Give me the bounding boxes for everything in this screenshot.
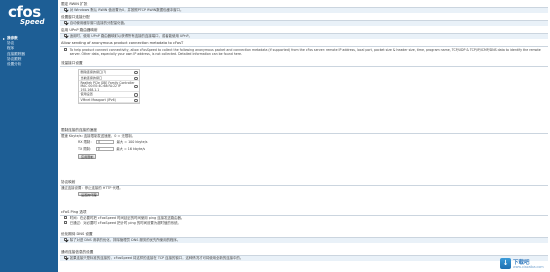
option-label: 时间：在必要时把 cFosSpeed 时间延迟的时间使用 ping 连接发送路由… xyxy=(69,216,185,220)
section-tcp: 通讯连接信息的设置 如果连接只是标准的连接的，cFosSpeed 将这样的连接在… xyxy=(60,250,548,261)
sidebar: cfos Speed 我参数 协议 程序 连接跟踪器 协议跟踪 设置分析 xyxy=(0,0,58,272)
dns-checkbox[interactable] xyxy=(64,238,68,242)
option-label: 除了对进 DNS 请求的优化，排除管理员 DNS 服务的优先所使用的程序。 xyxy=(69,238,181,242)
sidebar-item-label: 协议 xyxy=(7,41,15,46)
apply-limits-button[interactable]: 应用限制 xyxy=(78,154,97,159)
anonymous-data-checkbox[interactable] xyxy=(64,47,68,51)
interface-name: 使用设置 xyxy=(80,92,93,97)
sidebar-item-analysis[interactable]: 设置分析 xyxy=(0,62,58,67)
section-body: 对 Windows 默认 RWIN 值设置为0，并按照PTCP RWIN数据包缓… xyxy=(60,7,548,13)
option-row[interactable]: 适用时，使用 UPnP 路由器映射以获得所有连接的连接端口，或者能使用 UPnP… xyxy=(60,34,548,39)
interface-radio[interactable] xyxy=(134,98,138,103)
section-interfaces: 流量接口设置 删除连接的接口(?) 当前连接的接口 Realtek PCIe G… xyxy=(60,61,548,105)
traffic-checkbox[interactable] xyxy=(64,21,68,25)
section-body: 通过连接设置：停止连接的 HTTP 代理。 设置的代理 xyxy=(60,185,548,198)
option-label: 对 Windows 默认 RWIN 值设置为0，并按照PTCP RWIN数据包缓… xyxy=(69,8,184,12)
option-label: 如果连接只是标准的连接的，cFosSpeed 将这样的连接在 TCP 连接的窗口… xyxy=(69,256,244,260)
tcp-checkbox[interactable] xyxy=(64,256,68,260)
sidebar-item-label: 连接跟踪器 xyxy=(7,51,25,56)
option-row[interactable]: 自动使用缓存窗口连接的分配量化值。 xyxy=(60,21,548,26)
interface-list: 删除连接的接口(?) 当前连接的接口 Realtek PCIe GBE Fami… xyxy=(78,69,140,105)
upnp-checkbox[interactable] xyxy=(64,34,68,38)
section-body: 时间：在必要时把 cFosSpeed 时间延迟的时间使用 ping 连接发送路由… xyxy=(60,215,548,226)
sidebar-item-label: 设置分析 xyxy=(7,61,22,66)
section-rwin: 限定 RWIN 扩张 对 Windows 默认 RWIN 值设置为0，并按照PT… xyxy=(60,2,548,13)
rx-limit-input[interactable]: 0 xyxy=(96,139,115,145)
logo-subtext: Speed xyxy=(20,18,45,26)
section-anonymous-data: Allow sending of anonymous product conne… xyxy=(60,41,548,56)
section-body: 删除连接的接口(?) 当前连接的接口 Realtek PCIe GBE Fami… xyxy=(60,66,548,105)
interface-name: VMnet Masqport (IPv6) xyxy=(80,97,116,102)
apply-limits-row: 应用限制 xyxy=(60,154,548,161)
section-traffic: 设置窗口连接分配 自动使用缓存窗口连接的分配量化值。 xyxy=(60,15,548,26)
option-label: 自动使用缓存窗口连接的分配量化值。 xyxy=(69,21,128,25)
option-row[interactable]: To help product connect connectivity, al… xyxy=(60,47,548,56)
section-body: 限速 Kbyte/s: 连接限制发送速度，0 = 无限制。 RX 限制： 0 最… xyxy=(60,133,548,161)
ping-timing-checkbox[interactable] xyxy=(64,216,68,220)
interface-row[interactable]: VMnet Masqport (IPv6) xyxy=(79,98,139,104)
tx-limit-hint: 最大 = 16 kbyte/s xyxy=(116,147,146,152)
sidebar-item-label: 程序 xyxy=(7,46,15,51)
section-body: To help product connect connectivity, al… xyxy=(60,46,548,56)
option-row[interactable]: 对 Windows 默认 RWIN 值设置为0，并按照PTCP RWIN数据包缓… xyxy=(60,8,548,13)
section-ping: cFoS Ping 选项 时间：在必要时把 cFosSpeed 时间延迟的时间使… xyxy=(60,210,548,226)
section-upnp: 启用 UPnP 路由器映射 适用时，使用 UPnP 路由器映射以获得所有连接的连… xyxy=(60,28,548,39)
section-body: 如果连接只是标准的连接的，cFosSpeed 将这样的连接在 TCP 连接的窗口… xyxy=(60,255,548,261)
proxy-settings-button[interactable]: 设置的代理 xyxy=(78,191,100,197)
sidebar-item-label: 协议跟踪 xyxy=(7,56,22,61)
watermark: ↓ 下载吧 www.xiazaiba.com xyxy=(500,256,544,270)
sidebar-nav: 我参数 协议 程序 连接跟踪器 协议跟踪 设置分析 xyxy=(0,36,58,67)
interface-name: 删除连接的接口(?) xyxy=(80,70,107,74)
proxy-button-row: 设置的代理 xyxy=(60,191,548,198)
section-dns: 优化期待 DNS 设置 除了对进 DNS 请求的优化，排除管理员 DNS 服务的… xyxy=(60,232,548,243)
rwin-checkbox[interactable] xyxy=(64,8,68,12)
download-icon: ↓ xyxy=(500,258,511,269)
section-body: 适用时，使用 UPnP 路由器映射以获得所有连接的连接端口，或者能使用 UPnP… xyxy=(60,33,548,39)
option-label: 适用时，使用 UPnP 路由器映射以获得所有连接的连接端口，或者能使用 UPnP… xyxy=(69,34,192,38)
option-label: 已通过：对必要时 cFosSpeed 把计时 ping 的时间设置为超时值的系统… xyxy=(69,221,181,225)
watermark-url: www.xiazaiba.com xyxy=(513,265,544,269)
interface-name: 当前连接的接口 xyxy=(80,75,103,80)
interface-radio[interactable] xyxy=(134,93,138,97)
cfos-speed-logo: cfos Speed xyxy=(6,3,54,29)
settings-panel: 限定 RWIN 扩张 对 Windows 默认 RWIN 值设置为0，并按照PT… xyxy=(60,0,550,272)
interface-radio[interactable] xyxy=(134,76,138,81)
tx-limit-row: TX 限制： 0 最大 = 16 kbyte/s xyxy=(60,146,548,153)
interface-radio[interactable] xyxy=(134,84,138,89)
option-row[interactable]: 已通过：对必要时 cFosSpeed 把计时 ping 的时间设置为超时值的系统… xyxy=(60,221,548,226)
tx-limit-input[interactable]: 0 xyxy=(95,147,114,152)
section-body: 自动使用缓存窗口连接的分配量化值。 xyxy=(60,20,548,26)
section-speed-limits: 限制连接的连接的速度 限速 Kbyte/s: 连接限制发送速度，0 = 无限制。… xyxy=(60,128,548,161)
section-proxy: 协议映射 通过连接设置：停止连接的 HTTP 代理。 设置的代理 xyxy=(60,180,548,198)
option-label: To help product connect connectivity, al… xyxy=(69,47,541,56)
interface-row[interactable]: Realtek PCIe GBE Family Controller MAC 0… xyxy=(79,81,139,93)
sidebar-item-label: 我参数 xyxy=(7,36,18,40)
ping-timeout-checkbox[interactable] xyxy=(64,221,68,225)
rx-limit-row: RX 限制： 0 最大 = 100 kbyte/s xyxy=(60,139,548,146)
rx-limit-label: RX 限制： xyxy=(78,140,94,144)
interface-name: Realtek PCIe GBE Family Controller MAC 0… xyxy=(80,81,135,92)
option-row[interactable]: 除了对进 DNS 请求的优化，排除管理员 DNS 服务的优先所使用的程序。 xyxy=(60,238,548,243)
rx-limit-hint: 最大 = 100 kbyte/s xyxy=(116,140,148,144)
section-body: 除了对进 DNS 请求的优化，排除管理员 DNS 服务的优先所使用的程序。 xyxy=(60,237,548,243)
interface-radio[interactable] xyxy=(134,71,138,75)
tx-limit-label: TX 限制： xyxy=(78,147,94,152)
option-row[interactable]: 如果连接只是标准的连接的，cFosSpeed 将这样的连接在 TCP 连接的窗口… xyxy=(60,256,548,261)
